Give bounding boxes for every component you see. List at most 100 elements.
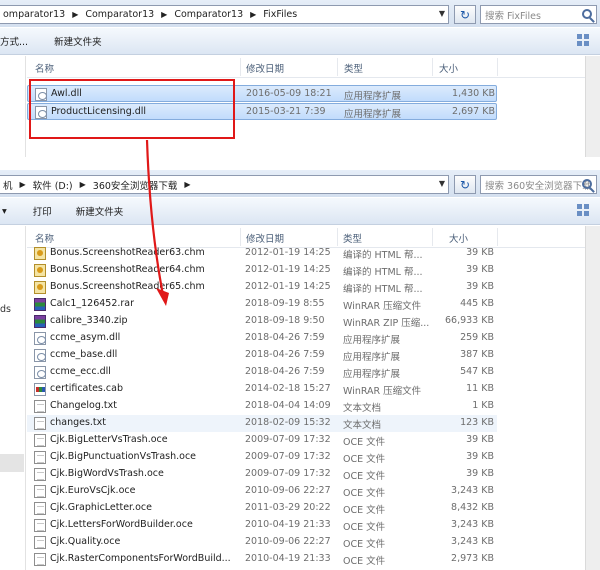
file-name: ccme_asym.dll <box>50 332 121 343</box>
column-size[interactable]: 大小 <box>439 61 458 75</box>
file-row[interactable]: Cjk.BigWordVsTrash.oce 2009-07-09 17:32 OC… <box>27 466 587 483</box>
file-row[interactable]: Bonus.ScreenshotReader63.chm 2012-01-19 1… <box>27 245 587 262</box>
file-row[interactable]: Calc1_126452.rar 2018-09-19 8:55 WinRAR 压缩… <box>27 296 587 313</box>
view-options-icon[interactable] <box>577 204 590 217</box>
file-row[interactable]: certificates.cab 2014-02-18 15:27 WinRAR 压… <box>27 381 587 398</box>
file-row[interactable]: ccme_asym.dll 2018-04-26 7:59 应用程序扩展 259 KB <box>27 330 587 347</box>
chevron-right-icon[interactable]: ▶ <box>69 10 81 19</box>
dll-icon <box>34 349 46 362</box>
file-type: OCE 文件 <box>343 454 386 465</box>
file-type: 编译的 HTML 帮... <box>343 284 423 295</box>
file-row[interactable]: Bonus.ScreenshotReader64.chm 2012-01-19 1… <box>27 262 587 279</box>
file-size: 39 KB <box>466 434 494 445</box>
file-name: Cjk.RasterComponentsForWordBuild... <box>50 553 231 564</box>
new-folder-button[interactable]: 新建文件夹 <box>36 34 110 48</box>
address-field[interactable]: omparator13 ▶ Comparator13 ▶ Comparator1… <box>0 5 449 24</box>
breadcrumb-item[interactable]: 软件 (D:) <box>29 178 77 192</box>
chevron-right-icon[interactable]: ▶ <box>158 10 170 19</box>
file-row[interactable]: Changelog.txt 2018-04-04 14:09 文本文档 1 KB <box>27 398 587 415</box>
breadcrumb-item[interactable]: Comparator13 <box>81 9 158 20</box>
scrollbar[interactable] <box>585 226 600 570</box>
file-row[interactable]: Bonus.ScreenshotReader65.chm 2012-01-19 1… <box>27 279 587 296</box>
chm-icon <box>34 247 46 260</box>
file-date: 2009-07-09 17:32 <box>245 468 331 479</box>
refresh-button[interactable]: ↻ <box>454 5 476 24</box>
file-type: 文本文档 <box>343 403 382 414</box>
column-type[interactable]: 类型 <box>344 61 363 75</box>
chevron-down-icon[interactable]: ▼ <box>439 179 445 188</box>
file-date: 2010-09-06 22:27 <box>245 485 331 496</box>
file-row[interactable]: calibre_3340.zip 2018-09-18 9:50 WinRAR ZI… <box>27 313 587 330</box>
file-size: 11 KB <box>466 383 494 394</box>
file-date: 2015-03-21 7:39 <box>246 106 326 117</box>
file-name: Bonus.ScreenshotReader65.chm <box>50 281 205 292</box>
chevron-right-icon[interactable]: ▶ <box>181 180 193 189</box>
explorer-window-downloads: 机 ▶ 软件 (D:) ▶ 360安全浏览器下载 ▶ ▼ ↻ 搜索 360安全浏… <box>0 167 600 570</box>
file-row[interactable]: Cjk.EuroVsCjk.oce 2010-09-06 22:27 OCE 文件 3… <box>27 483 587 500</box>
file-size: 3,243 KB <box>451 536 494 547</box>
breadcrumb-item[interactable]: 360安全浏览器下载 <box>89 178 182 192</box>
file-date: 2009-07-09 17:32 <box>245 434 331 445</box>
search-input[interactable]: 搜索 FixFiles <box>480 5 597 24</box>
file-row[interactable]: Cjk.LettersForWordBuilder.oce 2010-04-19 … <box>27 517 587 534</box>
column-date[interactable]: 修改日期 <box>246 231 284 245</box>
file-date: 2018-04-26 7:59 <box>245 349 325 360</box>
breadcrumb-item[interactable]: Comparator13 <box>170 9 247 20</box>
column-name[interactable]: 名称 <box>35 61 54 75</box>
search-input[interactable]: 搜索 360安全浏览器下载 <box>480 175 597 194</box>
chevron-right-icon[interactable]: ▶ <box>17 180 29 189</box>
file-size: 66,933 KB <box>444 315 494 326</box>
file-row[interactable]: Cjk.RasterComponentsForWordBuild... 2010-… <box>27 551 587 568</box>
file-row[interactable]: Cjk.BigLetterVsTrash.oce 2009-07-09 17:32… <box>27 432 587 449</box>
file-size: 445 KB <box>460 298 494 309</box>
file-size: 39 KB <box>466 451 494 462</box>
chm-icon <box>34 264 46 277</box>
file-row[interactable]: changes.txt 2018-02-09 15:32 文本文档 123 KB <box>27 415 497 432</box>
refresh-icon: ↻ <box>459 177 471 192</box>
address-field[interactable]: 机 ▶ 软件 (D:) ▶ 360安全浏览器下载 ▶ ▼ <box>0 175 449 194</box>
file-size: 259 KB <box>460 332 494 343</box>
nav-item-fragment[interactable]: ds <box>0 304 11 315</box>
column-size[interactable]: 大小 <box>449 231 468 245</box>
file-type: 应用程序扩展 <box>344 109 402 120</box>
file-date: 2012-01-19 14:25 <box>245 264 331 275</box>
address-bar: 机 ▶ 软件 (D:) ▶ 360安全浏览器下载 ▶ ▼ ↻ 搜索 360安全浏… <box>0 170 600 197</box>
file-row[interactable]: ccme_base.dll 2018-04-26 7:59 应用程序扩展 387 KB <box>27 347 587 364</box>
file-row[interactable]: Cjk.GraphicLetter.oce 2011-03-29 20:22 OCE… <box>27 500 587 517</box>
organize-button[interactable]: 方式... <box>0 34 36 48</box>
file-size: 2,973 KB <box>451 553 494 564</box>
chevron-right-icon[interactable]: ▶ <box>77 180 89 189</box>
file-date: 2018-04-26 7:59 <box>245 366 325 377</box>
file-size: 8,432 KB <box>451 502 494 513</box>
breadcrumb-item[interactable]: FixFiles <box>259 9 301 20</box>
file-type: 文本文档 <box>343 420 382 431</box>
file-row[interactable]: Cjk.BigPunctuationVsTrash.oce 2009-07-09 … <box>27 449 587 466</box>
breadcrumb-item[interactable]: 机 <box>0 178 17 192</box>
column-type[interactable]: 类型 <box>343 231 362 245</box>
file-list: 名称 修改日期 类型 大小 Bonus.ScreenshotReader63.c… <box>27 226 600 570</box>
refresh-button[interactable]: ↻ <box>454 175 476 194</box>
navigation-pane: ds <box>0 226 26 570</box>
txt-icon <box>34 451 46 464</box>
chevron-down-icon[interactable]: ▼ <box>439 9 445 18</box>
file-type: OCE 文件 <box>343 488 386 499</box>
file-size: 39 KB <box>466 264 494 275</box>
view-options-icon[interactable] <box>577 34 590 47</box>
rar-icon <box>34 298 46 311</box>
file-row[interactable]: ccme_ecc.dll 2018-04-26 7:59 应用程序扩展 547 KB <box>27 364 587 381</box>
breadcrumb-item[interactable]: omparator13 <box>0 9 69 20</box>
scrollbar[interactable] <box>585 56 600 157</box>
file-type: 应用程序扩展 <box>343 352 401 363</box>
file-date: 2012-01-19 14:25 <box>245 247 331 258</box>
file-row[interactable]: Cjk.Quality.oce 2010-09-06 22:27 OCE 文件 3,2… <box>27 534 587 551</box>
file-name: Bonus.ScreenshotReader64.chm <box>50 264 205 275</box>
chevron-down-icon[interactable]: ▾ <box>0 206 15 217</box>
print-button[interactable]: 打印 <box>15 204 60 218</box>
chevron-right-icon[interactable]: ▶ <box>247 10 259 19</box>
nav-item-selected[interactable] <box>0 454 24 472</box>
column-date[interactable]: 修改日期 <box>246 61 284 75</box>
column-name[interactable]: 名称 <box>35 231 54 245</box>
file-type: OCE 文件 <box>343 471 386 482</box>
file-name: Cjk.BigWordVsTrash.oce <box>50 468 164 479</box>
new-folder-button[interactable]: 新建文件夹 <box>60 204 132 218</box>
